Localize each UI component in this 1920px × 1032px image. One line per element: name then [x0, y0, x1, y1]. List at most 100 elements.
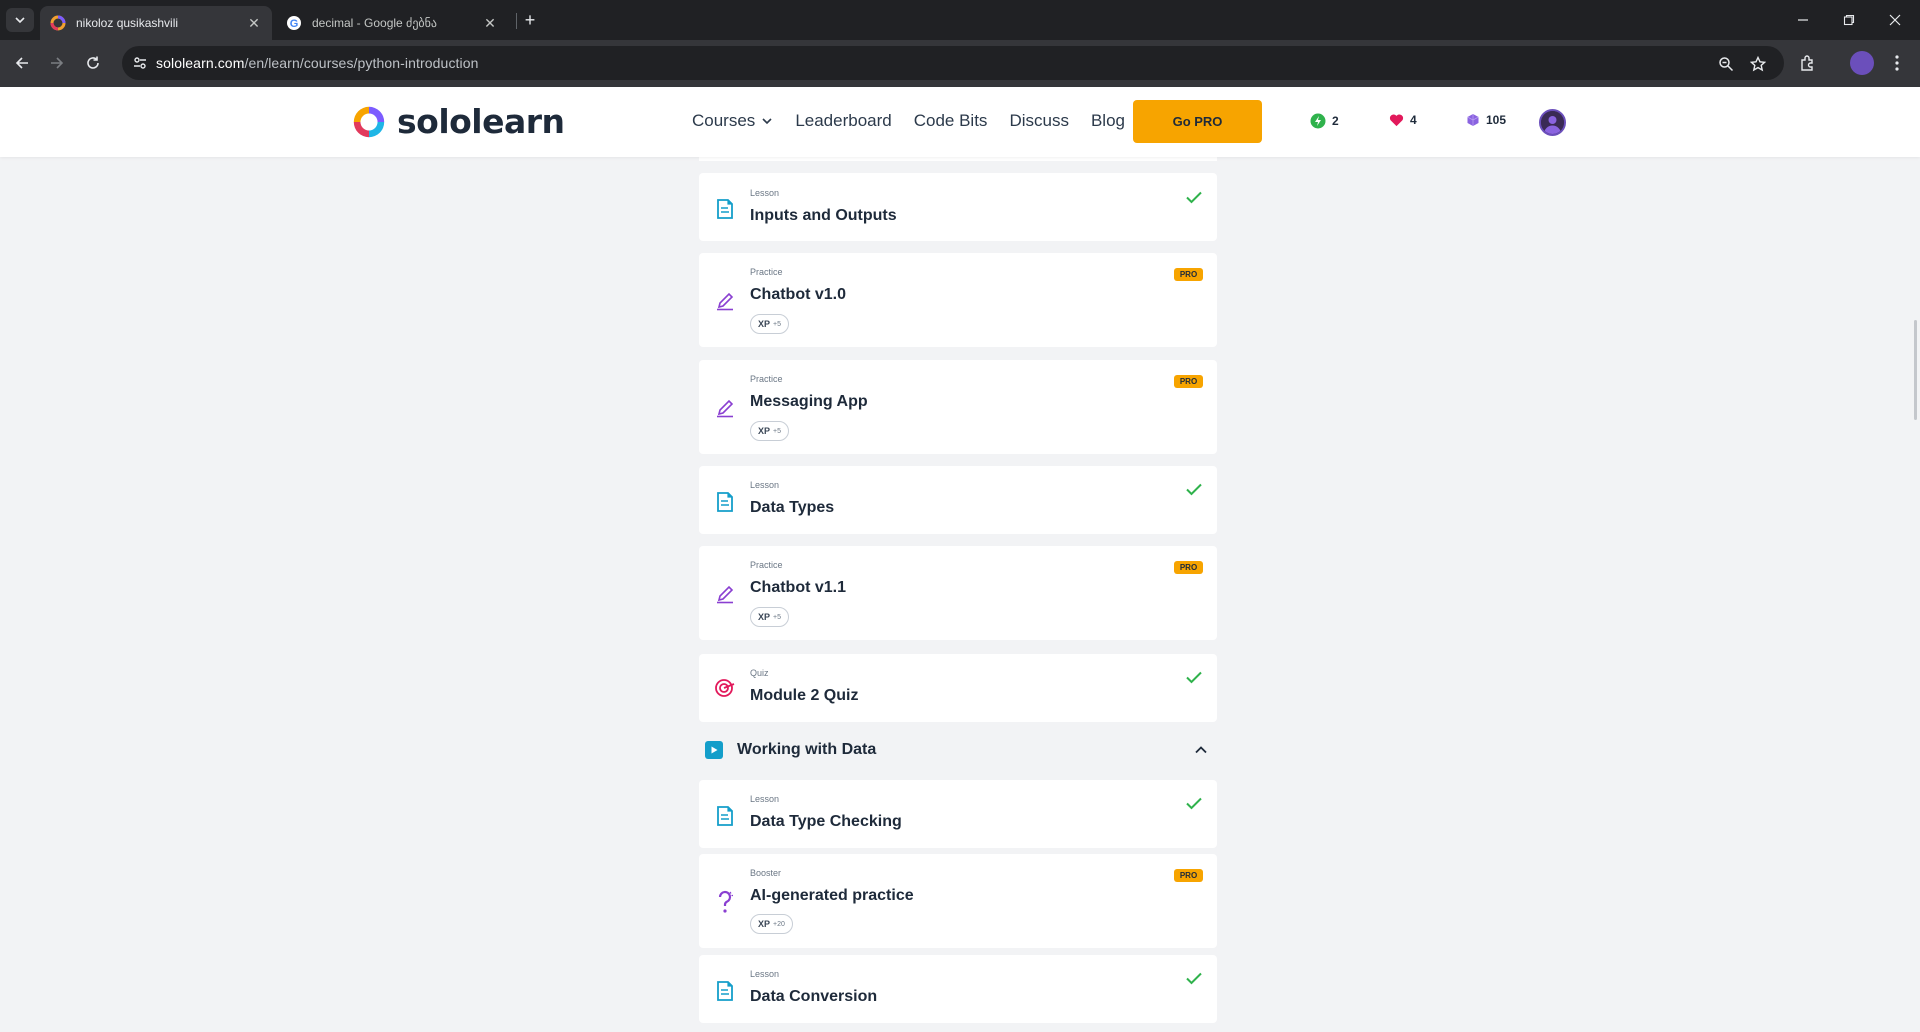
tab-search-button[interactable]: [6, 8, 34, 32]
nav-leaderboard[interactable]: Leaderboard: [795, 111, 891, 131]
back-icon[interactable]: [10, 51, 34, 75]
xp-pill: XP +20: [750, 914, 793, 934]
checkmark-icon: [1186, 797, 1202, 810]
xp-pill: XP +5: [750, 607, 789, 627]
item-title: Chatbot v1.1: [750, 579, 847, 596]
xp-amount: +20: [773, 920, 785, 928]
site-info-icon[interactable]: [130, 53, 150, 73]
question-mark-icon: [713, 890, 737, 914]
item-title: Module 2 Quiz: [750, 687, 859, 704]
course-item-chatbot-v1-0[interactable]: Practice Chatbot v1.0 PRO XP +5: [699, 253, 1217, 347]
item-kind: Lesson: [750, 969, 780, 979]
xp-label: XP: [758, 612, 771, 622]
xp-pill: XP +5: [750, 421, 789, 441]
close-window-icon[interactable]: [1872, 0, 1918, 40]
browser-tab-sololearn[interactable]: nikoloz qusikashvili ✕: [40, 6, 272, 40]
xp-label: XP: [758, 919, 771, 929]
item-title: Chatbot v1.0: [750, 286, 847, 303]
course-item-data-conversion[interactable]: Lesson Data Conversion: [699, 955, 1217, 1023]
tab-title: decimal - Google ძებნა: [312, 16, 437, 30]
close-tab-icon[interactable]: ✕: [246, 15, 262, 31]
heart-icon: [1389, 114, 1404, 127]
chevron-up-icon[interactable]: [1193, 742, 1209, 758]
minimize-icon[interactable]: [1780, 0, 1826, 40]
more-menu-icon[interactable]: [1886, 52, 1908, 74]
tab-separator: [516, 13, 517, 29]
item-title: Inputs and Outputs: [750, 207, 897, 224]
course-item-messaging-app[interactable]: Practice Messaging App PRO XP +5: [699, 360, 1217, 454]
new-tab-icon[interactable]: +: [520, 10, 540, 30]
checkmark-icon: [1186, 671, 1202, 684]
reload-icon[interactable]: [81, 51, 105, 75]
item-kind: Lesson: [750, 794, 780, 804]
course-item-inputs-and-outputs[interactable]: Lesson Inputs and Outputs: [699, 173, 1217, 241]
chevron-down-icon: [15, 17, 25, 24]
item-kind: Practice: [750, 267, 783, 277]
previous-card-edge: [699, 157, 1217, 161]
pro-badge: PRO: [1174, 561, 1203, 574]
item-title: Messaging App: [750, 393, 868, 410]
nav-discuss[interactable]: Discuss: [1009, 111, 1069, 131]
lesson-icon: [713, 490, 737, 514]
nav-blog[interactable]: Blog: [1091, 111, 1125, 131]
xp-amount: +5: [773, 613, 781, 621]
item-kind: Practice: [750, 374, 783, 384]
restore-icon[interactable]: [1826, 0, 1872, 40]
svg-text:G: G: [290, 18, 299, 30]
xp-label: XP: [758, 319, 771, 329]
browser-profile-avatar[interactable]: [1850, 51, 1874, 75]
lightning-icon: [1310, 113, 1326, 129]
course-item-ai-generated-practice[interactable]: Booster AI-generated practice PRO XP +20: [699, 854, 1217, 948]
item-kind: Quiz: [750, 668, 769, 678]
chevron-down-icon: [762, 118, 772, 125]
checkmark-icon: [1186, 191, 1202, 204]
lesson-icon: [713, 979, 737, 1003]
google-favicon-icon: G: [287, 16, 301, 30]
item-title: AI-generated practice: [750, 887, 914, 904]
url-text: sololearn.com/en/learn/courses/python-in…: [156, 55, 479, 71]
course-item-chatbot-v1-1[interactable]: Practice Chatbot v1.1 PRO XP +5: [699, 546, 1217, 640]
gem-icon: [1467, 114, 1479, 126]
course-item-module-2-quiz[interactable]: Quiz Module 2 Quiz: [699, 654, 1217, 722]
sololearn-logo[interactable]: sololearn: [350, 102, 565, 141]
module-header-working-with-data[interactable]: Working with Data: [699, 738, 1217, 762]
forward-icon[interactable]: [45, 51, 69, 75]
streak-counter[interactable]: 2: [1310, 113, 1339, 129]
item-kind: Booster: [750, 868, 782, 878]
gems-counter[interactable]: 105: [1466, 113, 1506, 127]
lesson-icon: [713, 197, 737, 221]
browser-toolbar: sololearn.com/en/learn/courses/python-in…: [0, 40, 1920, 87]
extensions-icon[interactable]: [1797, 52, 1819, 74]
course-item-data-types[interactable]: Lesson Data Types: [699, 466, 1217, 534]
browser-tab-bar: nikoloz qusikashvili ✕ G decimal - Googl…: [0, 0, 1920, 40]
hearts-counter[interactable]: 4: [1389, 113, 1417, 127]
address-bar[interactable]: sololearn.com/en/learn/courses/python-in…: [122, 46, 1784, 80]
close-tab-icon[interactable]: ✕: [482, 15, 498, 31]
page-scrollbar[interactable]: [1914, 320, 1917, 420]
play-icon: [705, 741, 723, 759]
course-item-data-type-checking[interactable]: Lesson Data Type Checking: [699, 780, 1217, 848]
go-pro-button[interactable]: Go PRO: [1133, 100, 1262, 143]
practice-icon: [713, 396, 737, 420]
module-title: Working with Data: [737, 741, 877, 758]
hearts-value: 4: [1410, 113, 1417, 127]
item-title: Data Conversion: [750, 988, 878, 1005]
bookmark-star-icon[interactable]: [1748, 54, 1768, 74]
checkmark-icon: [1186, 972, 1202, 985]
gems-value: 105: [1486, 113, 1507, 127]
quiz-icon: [713, 676, 737, 700]
sololearn-favicon-icon: [50, 15, 66, 31]
checkmark-icon: [1186, 483, 1202, 496]
pro-badge: PRO: [1174, 869, 1203, 882]
nav-code-bits[interactable]: Code Bits: [914, 111, 988, 131]
sololearn-logo-icon: [353, 106, 385, 137]
zoom-icon[interactable]: [1716, 54, 1736, 74]
nav-courses[interactable]: Courses: [692, 111, 773, 131]
pro-badge: PRO: [1174, 375, 1203, 388]
streak-value: 2: [1332, 114, 1339, 128]
item-title: Data Type Checking: [750, 813, 902, 830]
browser-tab-google[interactable]: G decimal - Google ძებნა ✕: [276, 6, 508, 40]
user-avatar[interactable]: [1539, 109, 1566, 136]
practice-icon: [713, 289, 737, 313]
practice-icon: [713, 582, 737, 606]
